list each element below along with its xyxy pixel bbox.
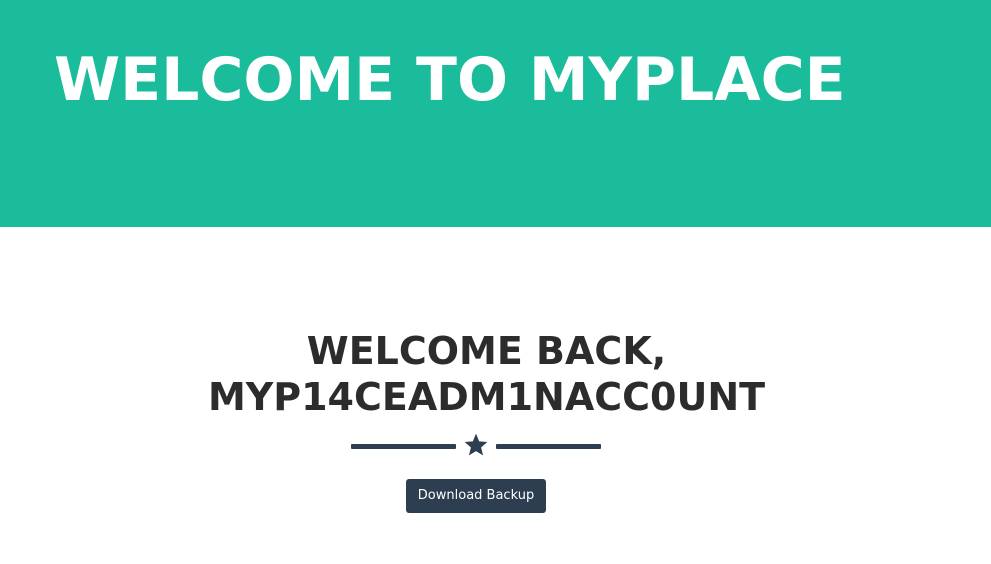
welcome-heading: WELCOME BACK, MYP14CEADM1NACC0UNT	[0, 328, 973, 420]
welcome-heading-line1: WELCOME BACK,	[306, 329, 667, 373]
page-header: WELCOME TO MYPLACE	[0, 0, 991, 227]
star-icon	[464, 433, 488, 456]
site-title: WELCOME TO MYPLACE	[54, 45, 846, 115]
divider-line-left	[351, 444, 456, 449]
welcome-heading-username: MYP14CEADM1NACC0UNT	[207, 375, 766, 419]
star-divider	[351, 432, 601, 462]
divider-line-right	[496, 444, 601, 449]
download-backup-button[interactable]: Download Backup	[406, 479, 546, 513]
main-content: WELCOME BACK, MYP14CEADM1NACC0UNT Downlo…	[0, 227, 991, 564]
